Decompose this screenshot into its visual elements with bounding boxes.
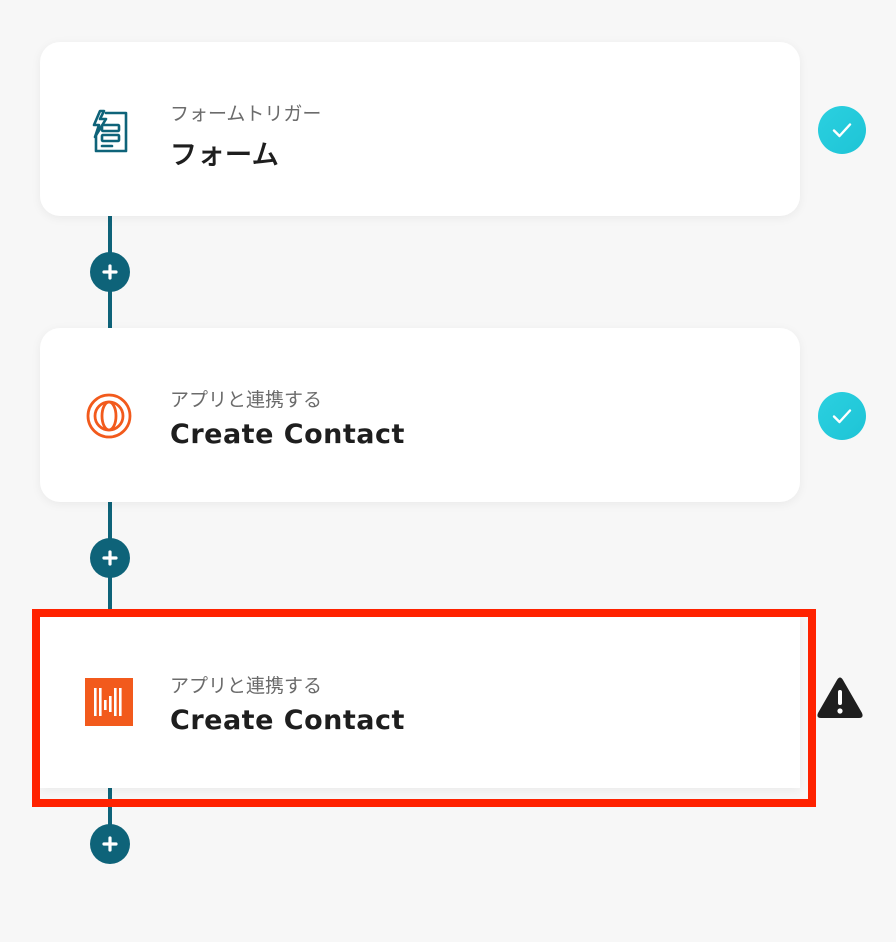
connector-line: [108, 786, 112, 826]
step-title: Create Contact: [170, 419, 405, 450]
warning-icon: [817, 677, 863, 718]
plus-icon: [102, 550, 118, 566]
step-status-completed: [818, 106, 866, 154]
form-trigger-icon: [84, 105, 134, 155]
step-card-create-contact[interactable]: アプリと連携する Create Contact: [40, 328, 800, 502]
orange-rings-app-icon: [84, 391, 134, 441]
orange-bars-app-icon: [84, 677, 134, 727]
step-status-completed: [818, 392, 866, 440]
step-title: Create Contact: [170, 705, 405, 736]
plus-icon: [102, 264, 118, 280]
step-type-label: フォームトリガー: [170, 103, 322, 125]
step-card-create-contact-selected[interactable]: アプリと連携する Create Contact: [40, 614, 800, 788]
add-step-button[interactable]: [90, 824, 130, 864]
check-icon: [818, 106, 866, 154]
plus-icon: [102, 836, 118, 852]
add-step-button[interactable]: [90, 252, 130, 292]
step-title: フォーム: [170, 140, 280, 171]
step-type-label: アプリと連携する: [170, 675, 323, 697]
step-card-form-trigger[interactable]: フォームトリガー フォーム: [40, 42, 800, 216]
step-status-warning: [816, 674, 864, 722]
add-step-button[interactable]: [90, 538, 130, 578]
check-icon: [818, 392, 866, 440]
step-type-label: アプリと連携する: [170, 389, 323, 411]
